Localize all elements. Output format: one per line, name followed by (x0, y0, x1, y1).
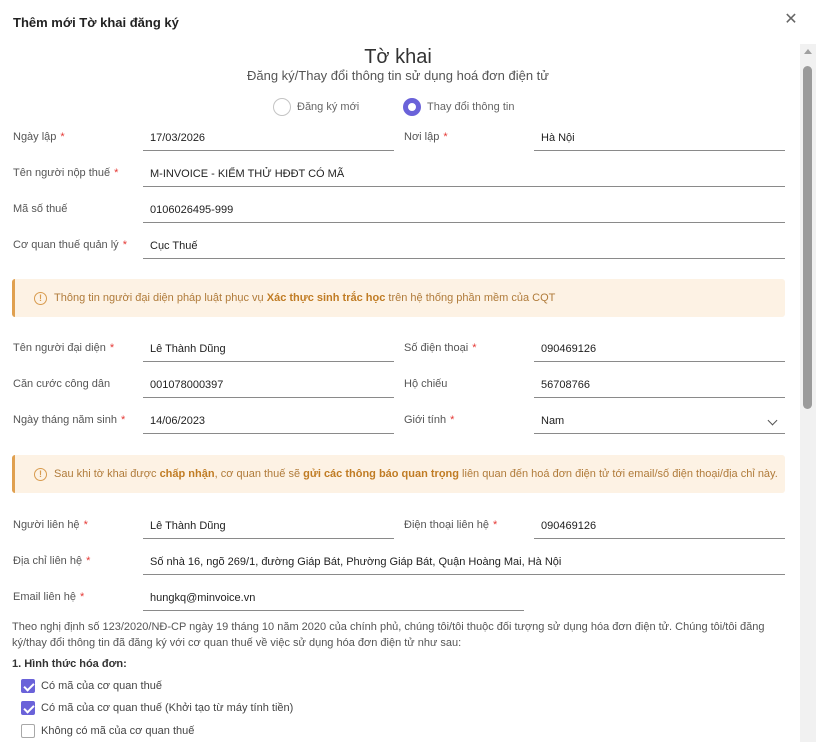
label-email-lien-he: Email liên hệ * (13, 591, 85, 603)
ngay-sinh-field[interactable]: 14/06/2023 (143, 408, 394, 434)
info-icon: ! (34, 467, 47, 481)
gioi-tinh-value: Nam (541, 415, 565, 427)
checkbox-co-ma-mtt[interactable]: Có mã của cơ quan thuế (Khởi tạo từ máy … (21, 700, 293, 716)
label-ho-chieu: Hộ chiếu (404, 378, 448, 390)
checkbox-checked (21, 701, 35, 715)
dialog-title: Thêm mới Tờ khai đăng ký (13, 15, 179, 30)
co-quan-thue-field[interactable]: Cục Thuế (143, 233, 785, 259)
label-ma-so-thue: Mã số thuế (13, 203, 68, 215)
label-co-quan-thue: Cơ quan thuế quản lý * (13, 239, 127, 251)
notice-text: Sau khi tờ khai được chấp nhận, cơ quan … (54, 468, 778, 480)
scroll-up-arrow-icon[interactable] (804, 49, 812, 54)
email-lien-he-field[interactable]: hungkq@minvoice.vn (143, 585, 524, 611)
noi-lap-field[interactable]: Hà Nội (534, 125, 785, 151)
chevron-down-icon (767, 415, 778, 426)
checkbox-label: Có mã của cơ quan thuế (41, 680, 162, 692)
radio-thay-doi-thong-tin[interactable]: Thay đổi thông tin (403, 97, 514, 117)
radio-label: Thay đổi thông tin (427, 101, 515, 113)
radio-label: Đăng ký mới (297, 101, 360, 113)
ho-chieu-field[interactable]: 56708766 (534, 372, 785, 398)
so-dien-thoai-field[interactable]: 090469126 (534, 336, 785, 362)
notice-text: Thông tin người đại diện pháp luật phục … (54, 292, 556, 304)
checkbox-khong-co-ma[interactable]: Không có mã của cơ quan thuế (21, 723, 194, 739)
info-icon: ! (34, 291, 47, 305)
dia-chi-lien-he-field[interactable]: Số nhà 16, ngõ 269/1, đường Giáp Bát, Ph… (143, 549, 785, 575)
notice-biometric: ! Thông tin người đại diện pháp luật phụ… (12, 279, 785, 317)
checkbox-co-ma[interactable]: Có mã của cơ quan thuế (21, 678, 162, 694)
label-ngay-sinh: Ngày tháng năm sinh * (13, 414, 126, 426)
scrollbar-thumb[interactable] (803, 66, 812, 409)
checkbox-unchecked (21, 724, 35, 738)
gioi-tinh-select[interactable]: Nam (534, 408, 785, 434)
checkbox-checked (21, 679, 35, 693)
checkbox-label: Có mã của cơ quan thuế (Khởi tạo từ máy … (41, 702, 294, 714)
close-icon[interactable]: ✕ (782, 11, 800, 29)
notice-contact: ! Sau khi tờ khai được chấp nhận, cơ qua… (12, 455, 785, 493)
label-ten-nguoi-nop-thue: Tên người nộp thuế * (13, 167, 119, 179)
ten-nguoi-dai-dien-field[interactable]: Lê Thành Dũng (143, 336, 394, 362)
form-subtitle: Đăng ký/Thay đổi thông tin sử dụng hoá đ… (246, 68, 549, 83)
dialog: Thêm mới Tờ khai đăng ký ✕ Tờ khai Đăng … (0, 0, 816, 742)
can-cuoc-field[interactable]: 001078000397 (143, 372, 394, 398)
label-gioi-tinh: Giới tính * (404, 414, 455, 426)
label-ten-nguoi-dai-dien: Tên người đại diện * (13, 342, 115, 354)
form-title: Tờ khai (364, 46, 432, 68)
decree-paragraph: Theo nghị định số 123/2020/NĐ-CP ngày 19… (12, 621, 765, 649)
label-dien-thoai-lien-he: Điện thoại liên hệ * (404, 519, 498, 531)
label-dia-chi-lien-he: Địa chỉ liên hệ * (13, 555, 91, 567)
radio-dang-ky-moi[interactable]: Đăng ký mới (273, 97, 359, 117)
ten-nguoi-nop-thue-field[interactable]: M-INVOICE - KIỂM THỬ HĐĐT CÓ MÃ (143, 161, 785, 187)
section-hinh-thuc-hoa-don: 1. Hình thức hóa đơn: (12, 658, 127, 670)
label-nguoi-lien-he: Người liên hệ * (13, 519, 88, 531)
ngay-lap-field[interactable]: 17/03/2026 (143, 125, 394, 151)
dien-thoai-lien-he-field[interactable]: 090469126 (534, 513, 785, 539)
label-so-dien-thoai: Số điện thoại * (404, 342, 477, 354)
nguoi-lien-he-field[interactable]: Lê Thành Dũng (143, 513, 394, 539)
radio-circle (273, 98, 291, 116)
ma-so-thue-field[interactable]: 0106026495-999 (143, 197, 785, 223)
label-can-cuoc: Căn cước công dân (13, 378, 111, 390)
label-noi-lap: Nơi lập * (404, 131, 448, 143)
radio-circle-selected (403, 98, 421, 116)
checkbox-label: Không có mã của cơ quan thuế (41, 725, 195, 737)
label-ngay-lap: Ngày lập * (13, 131, 65, 143)
